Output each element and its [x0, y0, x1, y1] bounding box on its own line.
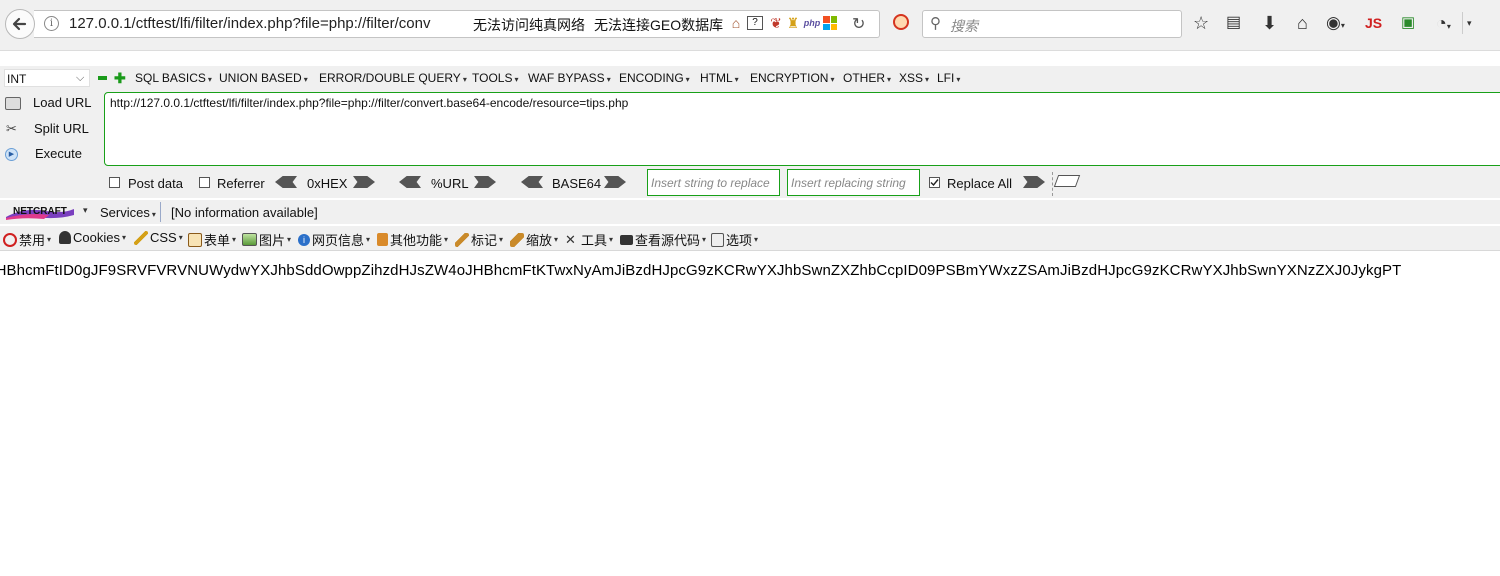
download-icon[interactable]: ⬇ [1262, 12, 1277, 34]
menu-disable[interactable]: 禁用 ▾ [3, 230, 51, 249]
url-textarea-value: http://127.0.0.1/ctftest/lfi/filter/inde… [110, 96, 629, 110]
base64-label: BASE64 [552, 176, 602, 191]
minus-icon[interactable] [98, 76, 107, 80]
network-warning: 无法访问纯真网络 [473, 17, 585, 33]
overflow-menu-icon[interactable]: ▾ [1467, 12, 1472, 34]
menu-tools-wd[interactable]: ✕ 工具 ▾ [565, 230, 613, 249]
misc-icon [377, 233, 388, 246]
search-placeholder: 搜索 [950, 18, 978, 34]
menu-encoding[interactable]: ENCODING ▾ [619, 71, 690, 85]
menu-resize[interactable]: 缩放 ▾ [510, 230, 558, 249]
search-icon: ⚲ [930, 15, 941, 32]
menu-forms[interactable]: 表单 ▾ [188, 230, 236, 249]
bookmark-star-icon[interactable]: ☆ [1193, 12, 1209, 34]
menu-outline[interactable]: 标记 ▾ [455, 230, 503, 249]
replace-back-icon[interactable] [1053, 175, 1081, 187]
ruler-icon [510, 232, 524, 247]
menu-css[interactable]: CSS ▾ [134, 230, 183, 245]
netcraft-logo-text: NETCRAFT [13, 206, 67, 217]
reload-icon[interactable]: ↻ [852, 14, 865, 34]
pencil-icon [455, 232, 469, 247]
reading-list-icon[interactable]: ▤ [1226, 12, 1241, 34]
menu-images[interactable]: 图片 ▾ [242, 230, 291, 249]
toolbar-divider [1462, 12, 1463, 34]
home-icon[interactable]: ⌂ [1297, 12, 1308, 34]
lock-addon-icon[interactable]: ♜ [786, 15, 800, 31]
url-text[interactable]: 127.0.0.1/ctftest/lfi/filter/index.php?f… [69, 15, 449, 32]
menu-union-based[interactable]: UNION BASED ▾ [219, 71, 308, 85]
load-url-button[interactable]: Load URL [5, 95, 92, 111]
menu-error-double-query[interactable]: ERROR/DOUBLE QUERY ▾ [319, 71, 467, 85]
geo-warning: 无法连接GEO数据库 [594, 17, 724, 33]
replacing-string-input[interactable]: Insert replacing string [787, 169, 920, 196]
css-wand-icon [134, 230, 148, 245]
sync-icon[interactable]: ◉▾ [1326, 12, 1345, 37]
image-icon [242, 233, 257, 246]
menu-cookies[interactable]: Cookies ▾ [59, 230, 126, 245]
plus-icon[interactable]: ✚ [114, 71, 126, 85]
menu-html[interactable]: HTML ▾ [700, 71, 739, 85]
options-icon [711, 232, 724, 247]
netcraft-info: [No information available] [171, 205, 318, 220]
checkmark-icon [930, 179, 939, 187]
feather-addon-icon[interactable]: ❦ [768, 15, 784, 31]
back-arrow-icon [12, 17, 27, 31]
url-encode-label: %URL [431, 176, 469, 191]
menu-view-source[interactable]: 查看源代码 ▾ [620, 230, 706, 249]
netcraft-divider [160, 202, 161, 222]
netcraft-logo[interactable]: NETCRAFT [4, 203, 76, 221]
hex-label: 0xHEX [307, 176, 348, 191]
menu-encryption[interactable]: ENCRYPTION ▾ [750, 71, 834, 85]
menu-misc[interactable]: 其他功能 ▾ [377, 230, 448, 249]
image-addon-icon[interactable]: ▣ [1401, 12, 1415, 34]
page-output-text: JHBhcmFtID0gJF9SRVFVRVNUWydwYXJhbSddOwpp… [0, 262, 1402, 279]
palette-icon[interactable]: ◔▾ [1436, 12, 1451, 38]
menu-options[interactable]: 选项 ▾ [711, 230, 758, 249]
menu-lfi[interactable]: LFI ▾ [937, 71, 960, 85]
replace-string-input[interactable]: Insert string to replace [647, 169, 780, 196]
block-addon-icon[interactable] [893, 14, 909, 30]
js-toggle-icon[interactable]: JS [1365, 12, 1382, 34]
menu-waf-bypass[interactable]: WAF BYPASS ▾ [528, 71, 611, 85]
menu-tools[interactable]: TOOLS ▾ [472, 71, 518, 85]
help-addon-icon[interactable]: ? [747, 16, 763, 30]
post-data-label: Post data [128, 176, 183, 191]
replace-all-checkbox[interactable] [929, 177, 940, 188]
windows-addon-icon[interactable] [823, 16, 837, 30]
services-menu[interactable]: Services ▾ [100, 205, 156, 220]
terminal-icon [620, 234, 633, 245]
form-icon [188, 232, 202, 247]
disable-icon [3, 232, 17, 247]
php-addon-icon[interactable]: php [803, 15, 821, 31]
menu-sql-basics[interactable]: SQL BASICS ▾ [135, 71, 212, 85]
execute-button[interactable]: ▶ Execute [5, 146, 82, 162]
site-info-icon[interactable]: i [44, 16, 59, 31]
info-icon: i [298, 233, 310, 246]
chevron-down-icon: ⌵ [76, 72, 85, 84]
referrer-checkbox[interactable] [199, 177, 210, 188]
post-data-checkbox[interactable] [109, 177, 120, 188]
menu-xss[interactable]: XSS ▾ [899, 71, 929, 85]
tools-icon: ✕ [565, 231, 576, 247]
divider [1052, 172, 1053, 196]
scissors-icon: ✂ [6, 121, 17, 136]
load-url-icon [5, 97, 21, 111]
play-icon: ▶ [5, 148, 18, 162]
menu-other[interactable]: OTHER ▾ [843, 71, 891, 85]
split-url-button[interactable]: ✂ Split URL [6, 121, 89, 137]
cookie-icon [59, 231, 71, 244]
netcraft-dropdown-icon[interactable]: ▾ [83, 205, 88, 216]
back-button[interactable] [5, 9, 35, 39]
replace-all-label: Replace All [947, 176, 1013, 191]
home-addon-icon[interactable]: ⌂ [728, 15, 744, 31]
menu-page-info[interactable]: i 网页信息 ▾ [298, 230, 370, 249]
referrer-label: Referrer [217, 176, 265, 191]
